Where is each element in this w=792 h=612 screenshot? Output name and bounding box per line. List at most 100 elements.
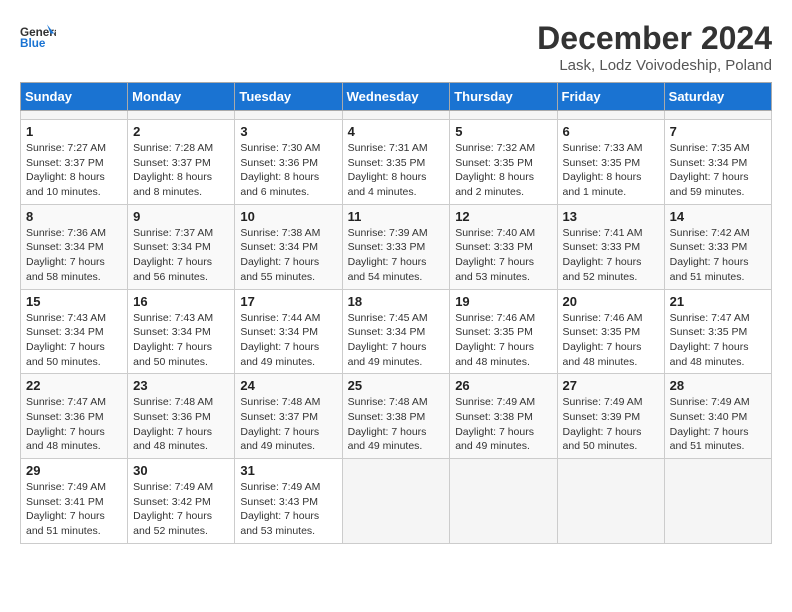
calendar-cell <box>664 111 771 120</box>
calendar-cell: 25Sunrise: 7:48 AM Sunset: 3:38 PM Dayli… <box>342 374 450 459</box>
day-info: Sunrise: 7:49 AM Sunset: 3:39 PM Dayligh… <box>563 395 659 454</box>
day-number: 9 <box>133 209 229 224</box>
day-number: 8 <box>26 209 122 224</box>
day-number: 5 <box>455 124 551 139</box>
calendar-table: SundayMondayTuesdayWednesdayThursdayFrid… <box>20 82 772 544</box>
day-number: 30 <box>133 463 229 478</box>
day-info: Sunrise: 7:49 AM Sunset: 3:42 PM Dayligh… <box>133 480 229 539</box>
day-info: Sunrise: 7:39 AM Sunset: 3:33 PM Dayligh… <box>348 226 445 285</box>
calendar-cell: 28Sunrise: 7:49 AM Sunset: 3:40 PM Dayli… <box>664 374 771 459</box>
calendar-header-row: SundayMondayTuesdayWednesdayThursdayFrid… <box>21 83 772 111</box>
subtitle: Lask, Lodz Voivodeship, Poland <box>537 57 772 74</box>
day-info: Sunrise: 7:44 AM Sunset: 3:34 PM Dayligh… <box>240 311 336 370</box>
day-number: 31 <box>240 463 336 478</box>
calendar-week-5: 22Sunrise: 7:47 AM Sunset: 3:36 PM Dayli… <box>21 374 772 459</box>
calendar-cell <box>128 111 235 120</box>
calendar-cell: 2 Sunrise: 7:28 AM Sunset: 3:37 PM Daylig… <box>128 120 235 205</box>
calendar-cell: 24 Sunrise: 7:48 AM Sunset: 3:37 PM Dayli… <box>235 374 342 459</box>
day-info: Sunrise: 7:35 AM Sunset: 3:34 PM Dayligh… <box>670 141 766 200</box>
calendar-cell: 13 Sunrise: 7:41 AM Sunset: 3:33 PM Dayli… <box>557 204 664 289</box>
calendar-cell: 3 Sunrise: 7:30 AM Sunset: 3:36 PM Daylig… <box>235 120 342 205</box>
calendar-cell: 6 Sunrise: 7:33 AM Sunset: 3:35 PM Daylig… <box>557 120 664 205</box>
day-number: 19 <box>455 294 551 309</box>
day-info: Sunrise: 7:46 AM Sunset: 3:35 PM Dayligh… <box>455 311 551 370</box>
calendar-cell: 17 Sunrise: 7:44 AM Sunset: 3:34 PM Dayli… <box>235 289 342 374</box>
calendar-week-1 <box>21 111 772 120</box>
calendar-week-3: 8 Sunrise: 7:36 AM Sunset: 3:34 PM Daylig… <box>21 204 772 289</box>
day-number: 14 <box>670 209 766 224</box>
calendar-cell: 14Sunrise: 7:42 AM Sunset: 3:33 PM Dayli… <box>664 204 771 289</box>
calendar-cell <box>450 111 557 120</box>
day-number: 27 <box>563 378 659 393</box>
calendar-cell: 18 Sunrise: 7:45 AM Sunset: 3:34 PM Dayli… <box>342 289 450 374</box>
calendar-cell <box>235 111 342 120</box>
col-header-monday: Monday <box>128 83 235 111</box>
day-info: Sunrise: 7:45 AM Sunset: 3:34 PM Dayligh… <box>348 311 445 370</box>
day-info: Sunrise: 7:31 AM Sunset: 3:35 PM Dayligh… <box>348 141 445 200</box>
col-header-saturday: Saturday <box>664 83 771 111</box>
day-info: Sunrise: 7:30 AM Sunset: 3:36 PM Dayligh… <box>240 141 336 200</box>
col-header-friday: Friday <box>557 83 664 111</box>
logo-icon: General Blue <box>20 20 56 56</box>
day-number: 12 <box>455 209 551 224</box>
day-info: Sunrise: 7:33 AM Sunset: 3:35 PM Dayligh… <box>563 141 659 200</box>
day-info: Sunrise: 7:28 AM Sunset: 3:37 PM Dayligh… <box>133 141 229 200</box>
day-info: Sunrise: 7:43 AM Sunset: 3:34 PM Dayligh… <box>26 311 122 370</box>
day-info: Sunrise: 7:46 AM Sunset: 3:35 PM Dayligh… <box>563 311 659 370</box>
day-number: 18 <box>348 294 445 309</box>
calendar-cell: 11 Sunrise: 7:39 AM Sunset: 3:33 PM Dayli… <box>342 204 450 289</box>
day-info: Sunrise: 7:47 AM Sunset: 3:36 PM Dayligh… <box>26 395 122 454</box>
calendar-cell: 12 Sunrise: 7:40 AM Sunset: 3:33 PM Dayli… <box>450 204 557 289</box>
day-info: Sunrise: 7:40 AM Sunset: 3:33 PM Dayligh… <box>455 226 551 285</box>
day-number: 6 <box>563 124 659 139</box>
day-number: 15 <box>26 294 122 309</box>
calendar-cell: 20 Sunrise: 7:46 AM Sunset: 3:35 PM Dayli… <box>557 289 664 374</box>
day-info: Sunrise: 7:49 AM Sunset: 3:41 PM Dayligh… <box>26 480 122 539</box>
day-number: 7 <box>670 124 766 139</box>
day-info: Sunrise: 7:48 AM Sunset: 3:36 PM Dayligh… <box>133 395 229 454</box>
calendar-cell: 22Sunrise: 7:47 AM Sunset: 3:36 PM Dayli… <box>21 374 128 459</box>
calendar-cell: 5 Sunrise: 7:32 AM Sunset: 3:35 PM Daylig… <box>450 120 557 205</box>
day-info: Sunrise: 7:36 AM Sunset: 3:34 PM Dayligh… <box>26 226 122 285</box>
calendar-cell: 8 Sunrise: 7:36 AM Sunset: 3:34 PM Daylig… <box>21 204 128 289</box>
day-info: Sunrise: 7:48 AM Sunset: 3:37 PM Dayligh… <box>240 395 336 454</box>
day-info: Sunrise: 7:47 AM Sunset: 3:35 PM Dayligh… <box>670 311 766 370</box>
calendar-cell: 4 Sunrise: 7:31 AM Sunset: 3:35 PM Daylig… <box>342 120 450 205</box>
day-number: 13 <box>563 209 659 224</box>
day-number: 11 <box>348 209 445 224</box>
day-number: 17 <box>240 294 336 309</box>
calendar-cell <box>450 459 557 544</box>
day-info: Sunrise: 7:32 AM Sunset: 3:35 PM Dayligh… <box>455 141 551 200</box>
day-number: 24 <box>240 378 336 393</box>
day-number: 21 <box>670 294 766 309</box>
header: General Blue December 2024 Lask, Lodz Vo… <box>20 20 772 74</box>
calendar-cell <box>557 111 664 120</box>
title-block: December 2024 Lask, Lodz Voivodeship, Po… <box>537 20 772 74</box>
col-header-thursday: Thursday <box>450 83 557 111</box>
calendar-cell <box>664 459 771 544</box>
day-number: 28 <box>670 378 766 393</box>
day-info: Sunrise: 7:43 AM Sunset: 3:34 PM Dayligh… <box>133 311 229 370</box>
day-number: 29 <box>26 463 122 478</box>
day-info: Sunrise: 7:37 AM Sunset: 3:34 PM Dayligh… <box>133 226 229 285</box>
calendar-cell <box>557 459 664 544</box>
calendar-cell: 29 Sunrise: 7:49 AM Sunset: 3:41 PM Dayli… <box>21 459 128 544</box>
day-number: 25 <box>348 378 445 393</box>
calendar-cell: 27 Sunrise: 7:49 AM Sunset: 3:39 PM Dayli… <box>557 374 664 459</box>
calendar-week-4: 15 Sunrise: 7:43 AM Sunset: 3:34 PM Dayli… <box>21 289 772 374</box>
calendar-cell: 26Sunrise: 7:49 AM Sunset: 3:38 PM Dayli… <box>450 374 557 459</box>
day-info: Sunrise: 7:41 AM Sunset: 3:33 PM Dayligh… <box>563 226 659 285</box>
calendar-week-2: 1Sunrise: 7:27 AM Sunset: 3:37 PM Daylig… <box>21 120 772 205</box>
day-number: 1 <box>26 124 122 139</box>
day-info: Sunrise: 7:49 AM Sunset: 3:43 PM Dayligh… <box>240 480 336 539</box>
col-header-sunday: Sunday <box>21 83 128 111</box>
day-number: 4 <box>348 124 445 139</box>
day-number: 3 <box>240 124 336 139</box>
day-number: 2 <box>133 124 229 139</box>
calendar-cell: 7 Sunrise: 7:35 AM Sunset: 3:34 PM Daylig… <box>664 120 771 205</box>
logo: General Blue <box>20 20 56 56</box>
day-info: Sunrise: 7:38 AM Sunset: 3:34 PM Dayligh… <box>240 226 336 285</box>
day-number: 16 <box>133 294 229 309</box>
day-number: 20 <box>563 294 659 309</box>
main-title: December 2024 <box>537 20 772 57</box>
